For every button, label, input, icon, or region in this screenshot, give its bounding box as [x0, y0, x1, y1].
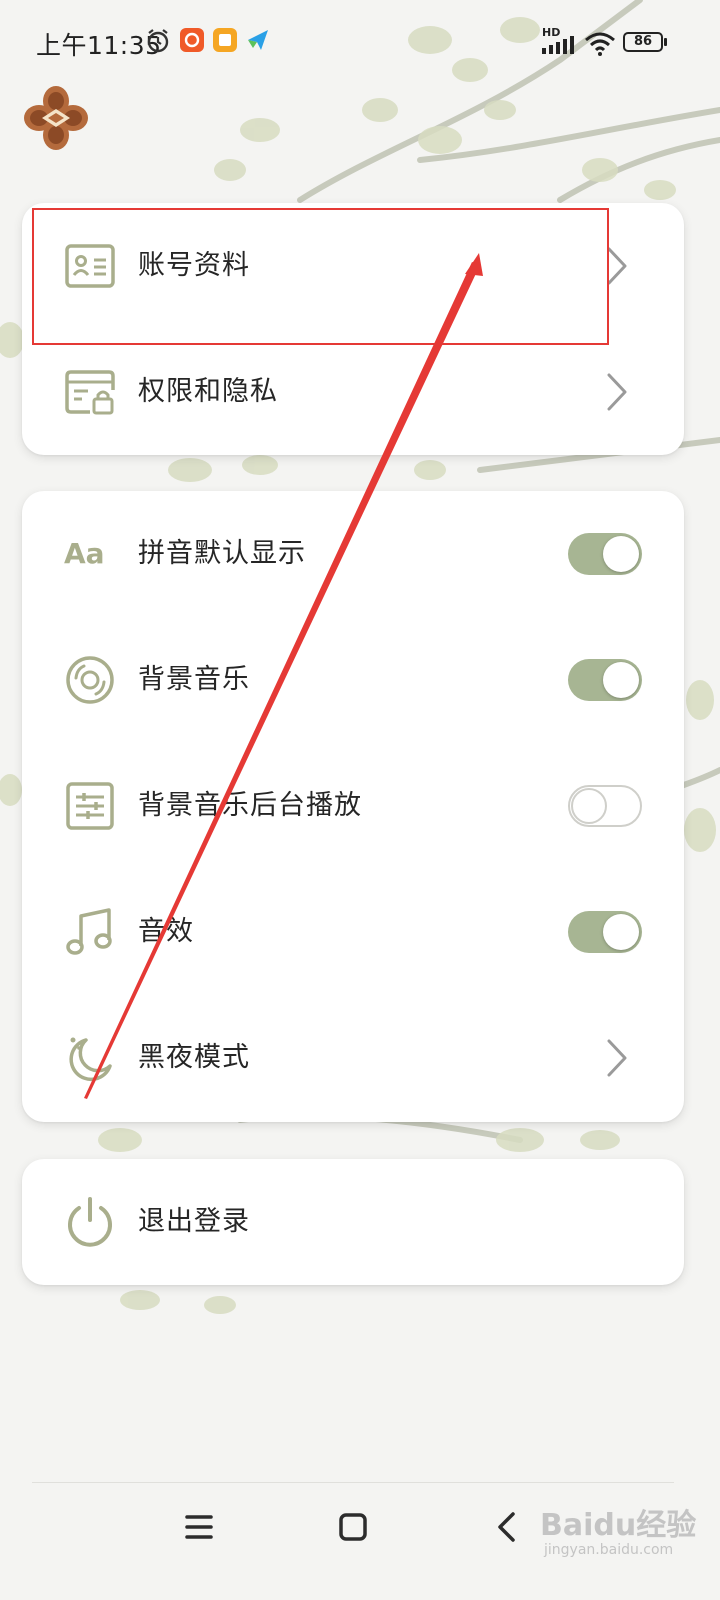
- background-playback-row: 背景音乐后台播放: [22, 743, 684, 869]
- power-icon: [68, 1197, 112, 1247]
- pinyin-display-label: 拼音默认显示: [138, 538, 306, 569]
- background-music-toggle[interactable]: [568, 659, 642, 701]
- app-notification-icon: [180, 28, 204, 52]
- preferences-card: Aa 拼音默认显示 背景音乐 背景音乐后台播放 音效 黑夜模式: [22, 491, 684, 1122]
- logout-card: 退出登录: [22, 1159, 684, 1285]
- night-mode-row[interactable]: 黑夜模式: [22, 995, 684, 1121]
- battery-level: 86: [633, 34, 653, 49]
- privacy-permissions-label: 权限和隐私: [138, 376, 278, 407]
- logout-row[interactable]: 退出登录: [22, 1159, 684, 1285]
- logout-label: 退出登录: [138, 1206, 250, 1237]
- pinyin-display-toggle[interactable]: [568, 533, 642, 575]
- background-playback-label: 背景音乐后台播放: [138, 790, 362, 821]
- battery-icon: 86: [623, 32, 663, 52]
- home-icon[interactable]: [328, 1502, 378, 1552]
- battery-cap: [664, 38, 667, 46]
- menu-icon[interactable]: [174, 1502, 224, 1552]
- music-note-icon: [66, 908, 112, 955]
- back-icon[interactable]: [482, 1502, 532, 1552]
- sound-effects-row: 音效: [22, 869, 684, 995]
- send-app-icon: [248, 30, 268, 50]
- chevron-right-icon: [607, 247, 627, 285]
- toggle-knob: [603, 662, 639, 698]
- moon-icon: [69, 1037, 112, 1082]
- chevron-right-icon: [607, 1039, 627, 1077]
- watermark: Baidu经验 jingyan.baidu.com: [540, 1492, 710, 1572]
- chevron-right-icon: [607, 373, 627, 411]
- pinyin-display-row: Aa 拼音默认显示: [22, 491, 684, 617]
- night-mode-label: 黑夜模式: [138, 1042, 250, 1073]
- nav-bar-divider: [32, 1482, 674, 1483]
- pinyin-icon: Aa: [64, 537, 105, 570]
- watermark-main: Baidu经验: [540, 1508, 697, 1543]
- watermark-sub: jingyan.baidu.com: [544, 1542, 674, 1558]
- cellular-signal-icon: [542, 36, 574, 54]
- toggle-knob: [603, 536, 639, 572]
- background-music-label: 背景音乐: [138, 664, 250, 695]
- alarm-clock-icon: [147, 29, 169, 53]
- wifi-icon: [585, 32, 615, 56]
- background-playback-toggle[interactable]: [568, 785, 642, 827]
- sound-effects-label: 音效: [138, 916, 194, 947]
- status-bar: 上午11:35 HD 86: [0, 0, 720, 84]
- privacy-permissions-row[interactable]: 权限和隐私: [22, 329, 684, 455]
- privacy-lock-icon: [65, 370, 115, 415]
- toggle-knob: [571, 788, 607, 824]
- background-music-row: 背景音乐: [22, 617, 684, 743]
- annotation-highlight-box: [32, 208, 609, 345]
- app-logo-icon: [24, 86, 88, 150]
- music-disc-icon: [66, 656, 114, 704]
- sound-effects-toggle[interactable]: [568, 911, 642, 953]
- toggle-knob: [603, 914, 639, 950]
- notes-app-icon: [213, 28, 237, 52]
- status-time: 上午11:35: [36, 31, 162, 60]
- settings-sliders-icon: [66, 782, 114, 830]
